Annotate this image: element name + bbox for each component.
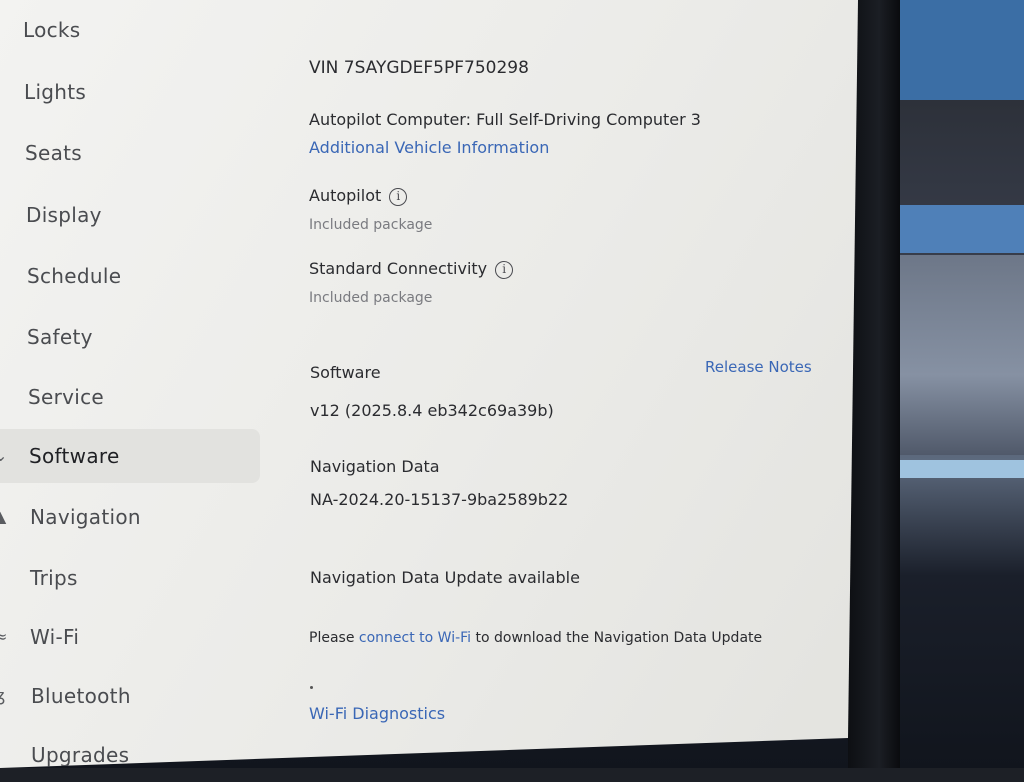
sidebar-item-label: Seats <box>25 141 83 165</box>
light-icon: · <box>0 83 8 101</box>
settings-screen: Locks · Lights Seats ) Display ) Schedul… <box>0 0 858 768</box>
sidebar-item-safety[interactable]: ) Safety <box>0 310 262 364</box>
navigation-update-message: Please connect to Wi-Fi to download the … <box>309 630 762 646</box>
background-window-region <box>890 0 1024 100</box>
sidebar-item-service[interactable]: ‚ Service <box>0 370 262 424</box>
sidebar-item-wifi[interactable]: ≈ Wi-Fi <box>0 610 262 664</box>
autopilot-package-row: Autopilot i <box>309 186 408 206</box>
sidebar-item-label: Service <box>28 385 105 409</box>
wrench-icon: ‚ <box>0 388 8 406</box>
sidebar-item-trips[interactable]: J Trips <box>0 551 262 605</box>
navigation-data-heading: Navigation Data <box>310 457 440 476</box>
sidebar-item-navigation[interactable]: ▲ Navigation <box>0 490 262 544</box>
display-icon: ) <box>0 206 8 224</box>
message-suffix: to download the Navigation Data Update <box>471 630 763 646</box>
sidebar-item-lights[interactable]: · Lights <box>0 65 262 119</box>
sidebar-item-label: Software <box>29 444 120 468</box>
sidebar-item-label: Bluetooth <box>31 684 131 708</box>
sidebar-item-label: Navigation <box>30 505 141 529</box>
sidebar-item-label: Safety <box>27 325 93 349</box>
sidebar-item-label: Lights <box>24 80 87 104</box>
software-version: v12 (2025.8.4 eb342c69a39b) <box>310 401 554 420</box>
sidebar-item-schedule[interactable]: ) Schedule <box>0 249 262 303</box>
settings-sidebar: Locks · Lights Seats ) Display ) Schedul… <box>0 0 262 768</box>
background-window-region <box>890 255 1024 455</box>
navigation-data-version: NA-2024.20-15137-9ba2589b22 <box>310 490 569 509</box>
release-notes-link[interactable]: Release Notes <box>705 358 812 376</box>
navigation-update-status: Navigation Data Update available <box>310 568 580 587</box>
sidebar-item-label: Upgrades <box>31 743 130 767</box>
info-icon[interactable]: i <box>389 187 408 206</box>
sidebar-item-seats[interactable]: Seats <box>0 126 262 180</box>
trips-icon: J <box>0 569 8 587</box>
sidebar-item-display[interactable]: ) Display <box>0 188 262 242</box>
connectivity-package-title: Standard Connectivity <box>309 259 488 278</box>
info-icon[interactable]: i <box>495 260 514 279</box>
vin-text: VIN 7SAYGDEF5PF750298 <box>309 58 529 78</box>
background-window-region <box>890 205 1024 253</box>
software-heading: Software <box>310 363 381 382</box>
sidebar-item-locks[interactable]: Locks <box>0 3 262 57</box>
bluetooth-icon: ɮ <box>0 687 8 705</box>
sidebar-item-bluetooth[interactable]: ɮ Bluetooth <box>0 669 262 723</box>
connectivity-package-status: Included package <box>309 290 433 306</box>
background-window-region <box>890 460 1024 478</box>
software-panel: VIN 7SAYGDEF5PF750298 Autopilot Computer… <box>308 0 828 768</box>
connect-wifi-link[interactable]: connect to Wi-Fi <box>359 630 471 646</box>
sidebar-item-label: Locks <box>23 18 81 42</box>
sidebar-item-label: Schedule <box>27 264 122 288</box>
safety-icon: ) <box>0 328 8 346</box>
sidebar-item-label: Display <box>26 203 102 227</box>
sidebar-item-software[interactable]: ⌄ Software <box>0 429 260 483</box>
additional-vehicle-info-link[interactable]: Additional Vehicle Information <box>309 138 549 157</box>
navigation-icon: ▲ <box>0 507 7 526</box>
sidebar-item-upgrades[interactable]: Upgrades <box>0 728 262 768</box>
wifi-icon: ≈ <box>0 627 8 646</box>
sidebar-item-label: Wi-Fi <box>30 625 80 649</box>
sidebar-item-label: Trips <box>30 566 78 590</box>
autopilot-package-status: Included package <box>309 217 433 233</box>
wifi-diagnostics-link[interactable]: Wi-Fi Diagnostics <box>309 704 445 723</box>
message-prefix: Please <box>309 630 359 646</box>
autopilot-package-title: Autopilot <box>309 186 382 205</box>
bullet-dot <box>310 686 313 689</box>
clock-icon: ) <box>0 267 8 285</box>
autopilot-computer-text: Autopilot Computer: Full Self-Driving Co… <box>309 110 701 129</box>
download-icon: ⌄ <box>0 446 8 465</box>
connectivity-package-row: Standard Connectivity i <box>309 259 514 279</box>
